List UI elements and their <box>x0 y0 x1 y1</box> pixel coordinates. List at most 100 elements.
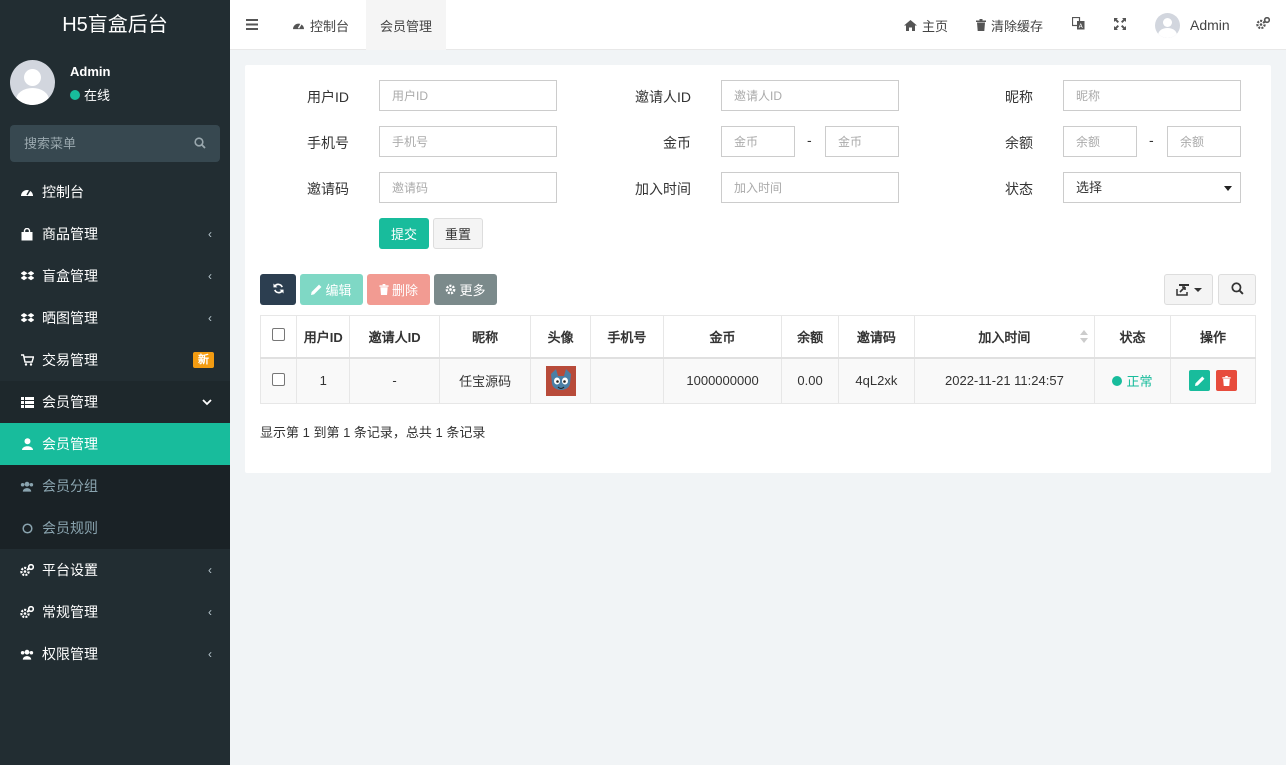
table-search-button[interactable] <box>1218 274 1256 305</box>
topbar: 控制台 会员管理 主页 清除缓存 A Admin <box>230 0 1286 50</box>
status-select-value: 选择 <box>1076 180 1103 195</box>
nickname-label: 昵称 <box>1005 89 1033 105</box>
settings-button[interactable] <box>1256 0 1271 50</box>
brand-title[interactable]: H5盲盒后台 <box>0 0 230 50</box>
column-header[interactable]: 金币 <box>662 315 783 359</box>
invite-code-input[interactable] <box>379 172 557 203</box>
menu-toggle[interactable] <box>246 0 258 50</box>
sidebar: H5盲盒后台 Admin 在线 控制台 商品管理 ‹ 盲盒管理 ‹ <box>0 0 230 765</box>
row-delete-button[interactable] <box>1215 370 1237 392</box>
trash-icon <box>379 284 389 295</box>
caret-down-icon <box>1224 186 1232 191</box>
user-panel: Admin 在线 <box>0 50 230 110</box>
cell-status: 正常 <box>1094 357 1171 404</box>
sidebar-item-label: 会员规则 <box>42 520 98 536</box>
balance-label: 余额 <box>1005 135 1033 151</box>
clear-cache-button[interactable]: 清除缓存 <box>976 0 1043 50</box>
column-header[interactable]: 用户ID <box>296 315 351 359</box>
sidebar-item-general[interactable]: 常规管理 ‹ <box>0 591 230 633</box>
refresh-button[interactable] <box>260 274 296 305</box>
join-time-input[interactable] <box>721 172 899 203</box>
fullscreen-button[interactable] <box>1114 0 1126 50</box>
user-status: 在线 <box>70 85 110 104</box>
dropbox-icon <box>20 312 34 324</box>
status-label: 状态 <box>1005 181 1033 197</box>
sort-icon[interactable] <box>1080 330 1088 346</box>
coin-min-input[interactable] <box>721 126 795 157</box>
row-edit-button[interactable] <box>1189 370 1211 392</box>
user-id-label: 用户ID <box>307 89 349 105</box>
column-header[interactable]: 邀请人ID <box>349 315 441 359</box>
tab-dashboard[interactable]: 控制台 <box>278 0 363 50</box>
submit-button[interactable]: 提交 <box>379 218 429 249</box>
mobile-input[interactable] <box>379 126 557 157</box>
sidebar-item-label: 盲盒管理 <box>42 268 98 284</box>
sidebar-item-members[interactable]: 会员管理 <box>0 381 230 423</box>
avatar-thumbnail[interactable] <box>545 365 576 396</box>
balance-max-input[interactable] <box>1167 126 1241 157</box>
reset-button[interactable]: 重置 <box>433 218 483 249</box>
column-header[interactable]: 昵称 <box>439 315 532 359</box>
delete-button-label: 删除 <box>391 283 418 298</box>
fullscreen-icon[interactable] <box>1114 17 1126 33</box>
user-id-input[interactable] <box>379 80 557 111</box>
column-header[interactable]: 手机号 <box>589 315 664 359</box>
nickname-input[interactable] <box>1063 80 1241 111</box>
sidebar-item-products[interactable]: 商品管理 ‹ <box>0 213 230 255</box>
search-icon[interactable] <box>194 137 206 152</box>
home-icon <box>904 19 917 31</box>
balance-min-input[interactable] <box>1063 126 1137 157</box>
edit-button[interactable]: 编辑 <box>300 274 363 305</box>
export-button[interactable] <box>1164 274 1213 305</box>
sidebar-item-label: 权限管理 <box>42 646 98 662</box>
sidebar-search-input[interactable] <box>10 125 220 162</box>
pagination-info: 显示第 1 到第 1 条记录，总共 1 条记录 <box>260 425 486 440</box>
sidebar-item-member-group[interactable]: 会员分组 <box>0 465 230 507</box>
cell-nickname: 任宝源码 <box>439 357 532 404</box>
more-button[interactable]: 更多 <box>434 274 497 305</box>
sidebar-item-dashboard[interactable]: 控制台 <box>0 171 230 213</box>
cell-inviter-id: - <box>349 357 441 404</box>
clear-cache-label: 清除缓存 <box>991 18 1044 34</box>
cell-actions <box>1169 357 1257 404</box>
sidebar-item-platform[interactable]: 平台设置 ‹ <box>0 549 230 591</box>
cell-user-id: 1 <box>296 357 351 404</box>
chevron-left-icon: ‹ <box>208 563 212 577</box>
inviter-id-input[interactable] <box>721 80 899 111</box>
sidebar-item-member-list[interactable]: 会员管理 <box>0 423 230 465</box>
select-all-checkbox[interactable] <box>272 328 286 342</box>
column-header[interactable]: 状态 <box>1094 315 1171 359</box>
sidebar-menu: 控制台 商品管理 ‹ 盲盒管理 ‹ 晒图管理 ‹ 交易管理 新 会员管理 会员管… <box>0 171 230 675</box>
hamburger-icon[interactable] <box>246 18 258 33</box>
dashboard-icon <box>20 186 34 198</box>
sidebar-item-member-rules[interactable]: 会员规则 <box>0 507 230 549</box>
home-link[interactable]: 主页 <box>904 0 948 50</box>
sidebar-item-photos[interactable]: 晒图管理 ‹ <box>0 297 230 339</box>
chevron-down-icon <box>202 381 212 423</box>
sidebar-item-label: 常规管理 <box>42 604 98 620</box>
table-row[interactable]: 1 - 任宝源码 1000000000 0.00 4qL2xk 2022-11-… <box>259 357 1257 404</box>
tab-members[interactable]: 会员管理 <box>366 0 447 50</box>
row-checkbox[interactable] <box>272 372 286 386</box>
status-select[interactable]: 选择 <box>1063 172 1241 203</box>
column-header[interactable]: 余额 <box>781 315 839 359</box>
tab-label: 会员管理 <box>380 18 433 34</box>
column-header[interactable]: 邀请码 <box>837 315 915 359</box>
cogs-icon[interactable] <box>1256 16 1271 33</box>
delete-button[interactable]: 删除 <box>367 274 430 305</box>
sidebar-item-blindbox[interactable]: 盲盒管理 ‹ <box>0 255 230 297</box>
cell-balance: 0.00 <box>781 357 839 404</box>
sidebar-item-label: 控制台 <box>42 184 84 200</box>
sidebar-item-trade[interactable]: 交易管理 新 <box>0 339 230 381</box>
language-icon[interactable]: A <box>1071 16 1085 33</box>
column-header-sortable[interactable]: 加入时间 <box>913 315 1096 359</box>
admin-menu[interactable]: Admin <box>1155 0 1230 50</box>
shopping-bag-icon <box>20 227 34 241</box>
select-all-cell <box>259 315 298 359</box>
dashboard-icon <box>292 20 305 31</box>
column-header[interactable]: 头像 <box>530 315 591 359</box>
coin-max-input[interactable] <box>825 126 899 157</box>
sidebar-item-permissions[interactable]: 权限管理 ‹ <box>0 633 230 675</box>
table-header-row: 用户ID 邀请人ID 昵称 头像 手机号 金币 余额 邀请码 加入时间 状态 操… <box>259 315 1257 359</box>
language-button[interactable]: A <box>1071 0 1085 50</box>
